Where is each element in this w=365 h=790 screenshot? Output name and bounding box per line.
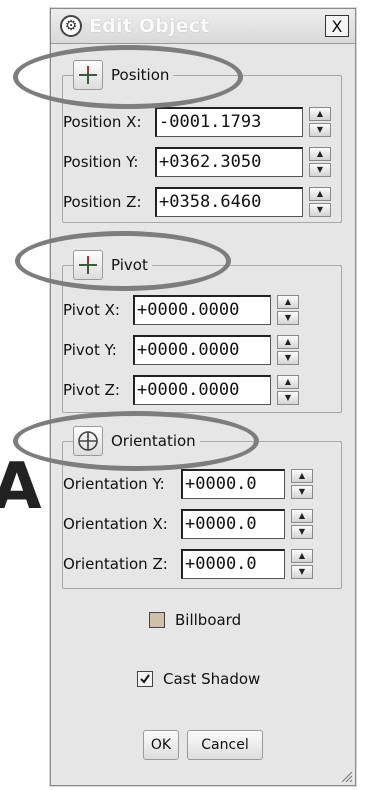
position-z-spinner: ▲ ▼ [309, 187, 331, 217]
pivot-x-label: Pivot X: [63, 301, 120, 319]
orientation-legend: Orientation [73, 426, 200, 456]
pivot-y-row: Pivot Y: +0000.0000 ▲ ▼ [63, 334, 299, 366]
pivot-legend: Pivot [73, 250, 152, 280]
spinner-up-button[interactable]: ▲ [309, 147, 331, 161]
orientation-title: Orientation [111, 432, 196, 450]
orientation-z-row: Orientation Z: +0000.0 ▲ ▼ [63, 548, 313, 580]
cancel-button[interactable]: Cancel [187, 730, 263, 760]
close-button[interactable]: X [325, 15, 349, 37]
orientation-group: Orientation Orientation Y: +0000.0 ▲ ▼ O… [62, 426, 342, 589]
pivot-z-row: Pivot Z: +0000.0000 ▲ ▼ [63, 374, 299, 406]
position-title: Position [111, 66, 170, 84]
cast-shadow-option[interactable]: Cast Shadow [137, 670, 260, 688]
checkmark-icon [140, 674, 150, 684]
position-x-field[interactable]: -0001.1793 [155, 107, 303, 137]
position-x-label: Position X: [63, 113, 142, 131]
pivot-z-field[interactable]: +0000.0000 [133, 375, 271, 405]
move-crosshair-icon [79, 66, 97, 84]
orientation-z-label: Orientation Z: [63, 555, 168, 573]
pivot-y-label: Pivot Y: [63, 341, 117, 359]
position-move-button[interactable] [73, 60, 103, 90]
position-x-row: Position X: -0001.1793 ▲ ▼ [63, 106, 331, 138]
spinner-down-button[interactable]: ▼ [291, 485, 313, 499]
position-legend: Position [73, 60, 174, 90]
billboard-label: Billboard [175, 611, 242, 629]
pivot-y-spinner: ▲ ▼ [277, 335, 299, 365]
position-y-label: Position Y: [63, 153, 139, 171]
pivot-z-label: Pivot Z: [63, 381, 120, 399]
pivot-move-button[interactable] [73, 250, 103, 280]
orientation-y-label: Orientation Y: [63, 475, 165, 493]
position-group: Position Position X: -0001.1793 ▲ ▼ Posi… [62, 60, 342, 223]
spinner-down-button[interactable]: ▼ [291, 565, 313, 579]
spinner-down-button[interactable]: ▼ [309, 163, 331, 177]
orientation-x-row: Orientation X: +0000.0 ▲ ▼ [63, 508, 313, 540]
orientation-y-spinner: ▲ ▼ [291, 469, 313, 499]
orientation-x-label: Orientation X: [63, 515, 168, 533]
pivot-z-spinner: ▲ ▼ [277, 375, 299, 405]
billboard-checkbox[interactable] [149, 612, 165, 628]
position-x-spinner: ▲ ▼ [309, 107, 331, 137]
spinner-up-button[interactable]: ▲ [309, 107, 331, 121]
billboard-option[interactable]: Billboard [149, 611, 241, 629]
position-y-row: Position Y: +0362.3050 ▲ ▼ [63, 146, 331, 178]
spinner-up-button[interactable]: ▲ [291, 509, 313, 523]
spinner-up-button[interactable]: ▲ [291, 549, 313, 563]
spinner-up-button[interactable]: ▲ [309, 187, 331, 201]
orientation-y-row: Orientation Y: +0000.0 ▲ ▼ [63, 468, 313, 500]
title-bar[interactable]: ⚙ Edit Object X [51, 9, 355, 44]
pivot-y-field[interactable]: +0000.0000 [133, 335, 271, 365]
position-z-label: Position Z: [63, 193, 142, 211]
dialog-title: Edit Object [89, 15, 210, 37]
pivot-crosshair-icon [79, 256, 97, 274]
position-z-field[interactable]: +0358.6460 [155, 187, 303, 217]
side-letter: A [0, 450, 42, 524]
orientation-rotate-button[interactable] [73, 426, 103, 456]
orientation-y-field[interactable]: +0000.0 [181, 469, 285, 499]
spinner-up-button[interactable]: ▲ [277, 295, 299, 309]
spinner-down-button[interactable]: ▼ [277, 351, 299, 365]
pivot-group: Pivot Pivot X: +0000.0000 ▲ ▼ Pivot Y: +… [62, 250, 342, 413]
rotate-target-icon [78, 431, 98, 451]
pivot-title: Pivot [111, 256, 148, 274]
position-y-spinner: ▲ ▼ [309, 147, 331, 177]
pivot-x-field[interactable]: +0000.0000 [133, 295, 271, 325]
position-y-field[interactable]: +0362.3050 [155, 147, 303, 177]
orientation-x-spinner: ▲ ▼ [291, 509, 313, 539]
spinner-down-button[interactable]: ▼ [309, 203, 331, 217]
spinner-up-button[interactable]: ▲ [277, 375, 299, 389]
orientation-z-spinner: ▲ ▼ [291, 549, 313, 579]
spinner-up-button[interactable]: ▲ [277, 335, 299, 349]
position-z-row: Position Z: +0358.6460 ▲ ▼ [63, 186, 331, 218]
pivot-x-spinner: ▲ ▼ [277, 295, 299, 325]
edit-object-dialog: ⚙ Edit Object X Position Position X: -00… [13, 8, 356, 786]
spinner-down-button[interactable]: ▼ [277, 391, 299, 405]
ok-button[interactable]: OK [143, 730, 179, 760]
orientation-z-field[interactable]: +0000.0 [181, 549, 285, 579]
spinner-up-button[interactable]: ▲ [291, 469, 313, 483]
orientation-x-field[interactable]: +0000.0 [181, 509, 285, 539]
cast-shadow-checkbox[interactable] [137, 671, 153, 687]
gear-icon: ⚙ [60, 15, 82, 37]
spinner-down-button[interactable]: ▼ [291, 525, 313, 539]
spinner-down-button[interactable]: ▼ [309, 123, 331, 137]
cast-shadow-label: Cast Shadow [163, 670, 261, 688]
spinner-down-button[interactable]: ▼ [277, 311, 299, 325]
resize-grip-icon[interactable] [339, 769, 353, 783]
pivot-x-row: Pivot X: +0000.0000 ▲ ▼ [63, 294, 299, 326]
